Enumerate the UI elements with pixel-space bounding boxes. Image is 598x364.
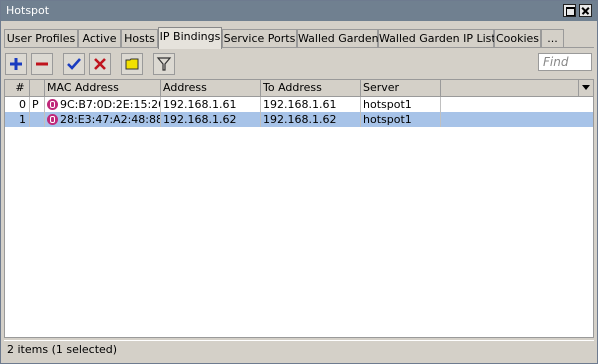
tab-divider: [4, 47, 594, 48]
window-title: Hotspot: [6, 4, 50, 17]
cell-to-address: 192.168.1.62: [261, 112, 361, 127]
cell-to-address: 192.168.1.61: [261, 97, 361, 112]
cell-server: hotspot1: [361, 97, 441, 112]
status-bar: 2 items (1 selected): [4, 340, 594, 360]
maximize-button[interactable]: [563, 4, 576, 17]
cell-mac-address: 9C:B7:0D:2E:15:20: [45, 97, 161, 112]
disable-button[interactable]: [89, 53, 111, 75]
comment-button[interactable]: [121, 53, 143, 75]
tab-hosts[interactable]: Hosts: [121, 29, 158, 48]
tab-active[interactable]: Active: [78, 29, 121, 48]
tab-label: Hosts: [124, 32, 155, 45]
ip-bindings-table: # MAC Address Address To Address Server …: [4, 79, 594, 338]
cell-flag: [30, 112, 45, 127]
cell-num: 0: [5, 97, 30, 112]
tab-walled-garden-ip-list[interactable]: Walled Garden IP List: [378, 29, 496, 48]
tab-label: Cookies: [495, 32, 540, 45]
table-header: # MAC Address Address To Address Server: [5, 80, 593, 97]
col-header-to-address[interactable]: To Address: [261, 80, 361, 96]
chevron-down-icon: [582, 85, 590, 90]
minus-icon: [36, 62, 48, 66]
col-header-num[interactable]: #: [5, 80, 30, 96]
find-input[interactable]: Find: [538, 53, 592, 71]
cell-flag: P: [30, 97, 45, 112]
hotspot-window: Hotspot User Profiles Active Hosts IP Bi…: [0, 0, 598, 364]
filter-button[interactable]: [153, 53, 175, 75]
cell-mac-address: 28:E3:47:A2:48:88: [45, 112, 161, 127]
table-row[interactable]: 0 P 9C:B7:0D:2E:15:20 192.168.1.61 192.1…: [5, 97, 593, 112]
col-header-server[interactable]: Server: [361, 80, 441, 96]
cell-num: 1: [5, 112, 30, 127]
tab-ip-bindings[interactable]: IP Bindings: [158, 27, 222, 49]
tab-label: Service Ports: [223, 32, 296, 45]
tab-label: User Profiles: [6, 32, 76, 45]
tab-label: IP Bindings: [159, 30, 221, 43]
check-icon: [67, 58, 81, 70]
col-header-flag[interactable]: [30, 80, 45, 96]
title-bar[interactable]: Hotspot: [1, 1, 597, 21]
filter-icon: [156, 57, 172, 71]
tab-label: Active: [82, 32, 117, 45]
column-menu-button[interactable]: [579, 80, 593, 96]
close-button[interactable]: [579, 4, 592, 17]
tab-cookies[interactable]: Cookies: [494, 29, 541, 48]
plus-icon: [10, 58, 22, 70]
tab-label: Walled Garden: [298, 32, 379, 45]
host-icon: [47, 114, 58, 125]
cell-address: 192.168.1.62: [161, 112, 261, 127]
tab-walled-garden[interactable]: Walled Garden: [297, 29, 379, 48]
col-header-mac-address[interactable]: MAC Address: [45, 80, 161, 96]
tab-user-profiles[interactable]: User Profiles: [4, 29, 78, 48]
mac-text: 28:E3:47:A2:48:88: [60, 113, 161, 126]
enable-button[interactable]: [63, 53, 85, 75]
mac-text: 9C:B7:0D:2E:15:20: [60, 98, 161, 111]
tab-more[interactable]: ...: [541, 29, 564, 48]
add-button[interactable]: [5, 53, 27, 75]
x-icon: [94, 58, 106, 70]
cell-server: hotspot1: [361, 112, 441, 127]
tab-service-ports[interactable]: Service Ports: [222, 29, 297, 48]
toolbar: Find: [1, 51, 597, 77]
tab-label: Walled Garden IP List: [379, 32, 496, 45]
comment-icon: [125, 58, 139, 70]
table-row-selected[interactable]: 1 28:E3:47:A2:48:88 192.168.1.62 192.168…: [5, 112, 593, 127]
col-header-empty: [441, 80, 579, 96]
host-icon: [47, 99, 58, 110]
col-header-address[interactable]: Address: [161, 80, 261, 96]
remove-button[interactable]: [31, 53, 53, 75]
tab-label: ...: [547, 32, 558, 45]
cell-address: 192.168.1.61: [161, 97, 261, 112]
